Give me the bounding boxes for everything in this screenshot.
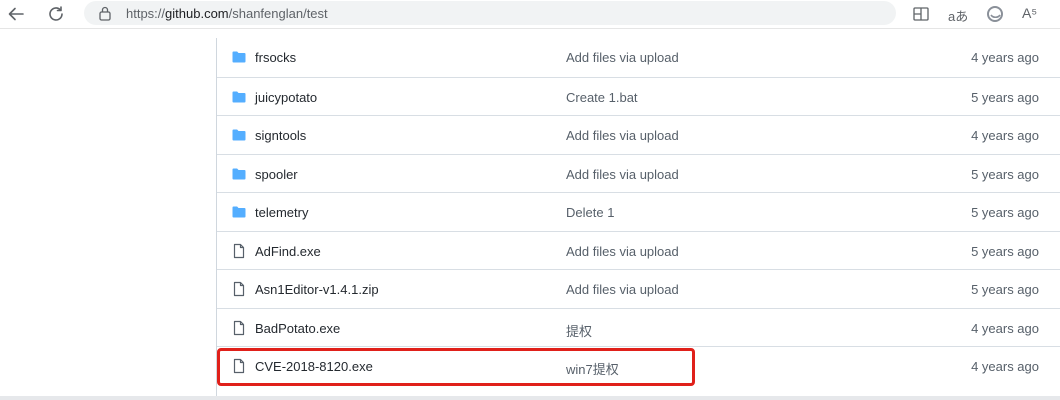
lock-icon[interactable] [98, 5, 112, 26]
commit-age[interactable]: 4 years ago [971, 128, 1039, 143]
split-screen-icon[interactable] [912, 4, 930, 24]
file-icon [231, 320, 247, 336]
file-name-link[interactable]: signtools [255, 128, 306, 143]
commit-message-link[interactable]: Add files via upload [566, 282, 679, 297]
commit-age[interactable]: 5 years ago [971, 167, 1039, 182]
file-name-link[interactable]: juicypotato [255, 90, 317, 105]
file-row[interactable]: telemetry Delete 1 5 years ago [217, 192, 1060, 231]
file-list: frsocks Add files via upload 4 years ago ju… [216, 38, 1060, 400]
commit-age[interactable]: 4 years ago [971, 321, 1039, 336]
commit-message-link[interactable]: Delete 1 [566, 205, 614, 220]
url-path: /shanfenglan/test [228, 6, 328, 21]
file-name-link[interactable]: spooler [255, 167, 298, 182]
commit-message-link[interactable]: Add files via upload [566, 50, 679, 65]
commit-message-link[interactable]: Add files via upload [566, 128, 679, 143]
commit-age[interactable]: 4 years ago [971, 50, 1039, 65]
file-name-link[interactable]: BadPotato.exe [255, 321, 340, 336]
file-name-link[interactable]: telemetry [255, 205, 308, 220]
reload-icon[interactable] [42, 0, 70, 28]
file-name-link[interactable]: AdFind.exe [255, 244, 321, 259]
commit-age[interactable]: 4 years ago [971, 359, 1039, 374]
address-bar[interactable]: https://github.com/shanfenglan/test [84, 1, 896, 25]
url-prefix: https:// [126, 6, 166, 21]
commit-age[interactable]: 5 years ago [971, 282, 1039, 297]
commit-age[interactable]: 5 years ago [971, 205, 1039, 220]
url-host: github.com [165, 6, 229, 21]
folder-icon [231, 204, 247, 220]
commit-age[interactable]: 5 years ago [971, 244, 1039, 259]
highlight-box [217, 348, 695, 386]
bottom-divider [0, 396, 1060, 400]
file-row[interactable]: juicypotato Create 1.bat 5 years ago [217, 76, 1060, 116]
file-row[interactable]: BadPotato.exe 提权 4 years ago [217, 307, 1060, 347]
commit-age[interactable]: 5 years ago [971, 90, 1039, 105]
file-name-link[interactable]: frsocks [255, 50, 296, 65]
file-row[interactable]: Asn1Editor-v1.4.1.zip Add files via uploa… [217, 269, 1060, 308]
file-row[interactable]: frsocks Add files via upload 4 years ago [217, 38, 1060, 76]
back-arrow-icon[interactable] [2, 0, 30, 28]
file-name-link[interactable]: Asn1Editor-v1.4.1.zip [255, 282, 379, 297]
folder-icon [231, 49, 247, 65]
file-icon [231, 243, 247, 259]
edge-icon[interactable] [986, 4, 1004, 24]
url-text: https://github.com/shanfenglan/test [126, 6, 328, 21]
commit-message-link[interactable]: 提权 [566, 321, 592, 340]
browser-toolbar: https://github.com/shanfenglan/test aあ A… [0, 0, 1060, 29]
commit-message-link[interactable]: Create 1.bat [566, 90, 638, 105]
file-icon [231, 281, 247, 297]
file-row[interactable]: AdFind.exe Add files via upload 5 years ag… [217, 230, 1060, 270]
file-row[interactable]: signtools Add files via upload 4 years ago [217, 115, 1060, 154]
folder-icon [231, 89, 247, 105]
folder-icon [231, 166, 247, 182]
translate-icon[interactable]: aあ [948, 6, 968, 26]
folder-icon [231, 127, 247, 143]
commit-message-link[interactable]: Add files via upload [566, 167, 679, 182]
read-aloud-icon[interactable]: A⁵ [1022, 5, 1037, 25]
file-row[interactable]: spooler Add files via upload 5 years ago [217, 153, 1060, 193]
commit-message-link[interactable]: Add files via upload [566, 244, 679, 259]
